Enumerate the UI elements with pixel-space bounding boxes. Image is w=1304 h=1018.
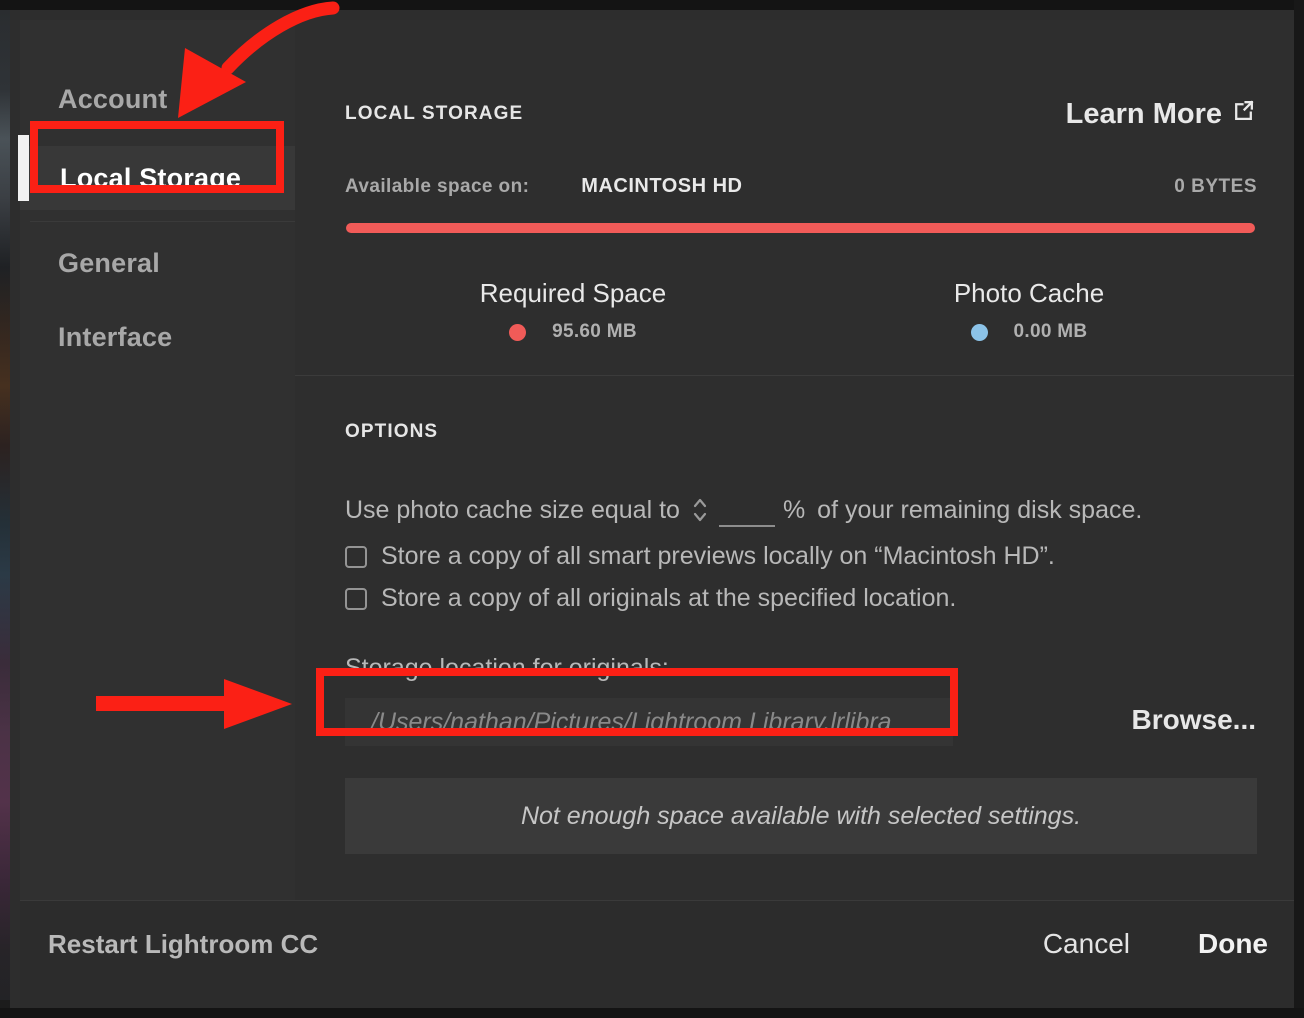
checkbox-row-smart-previews[interactable]: Store a copy of all smart previews local… <box>345 542 1055 571</box>
browse-label: Browse... <box>1132 704 1256 735</box>
cache-size-input[interactable] <box>719 493 775 527</box>
storage-capacity-bar <box>346 223 1255 233</box>
app-window: Account Local Storage General Interface … <box>0 0 1304 1018</box>
warning-message: Not enough space available with selected… <box>345 778 1257 854</box>
window-top-border <box>0 0 1304 10</box>
warning-text: Not enough space available with selected… <box>521 802 1081 831</box>
legend-item-photo-cache: Photo Cache 0.00 MB <box>801 278 1257 343</box>
available-space-row: Available space on: MACINTOSH HD 0 BYTES <box>345 175 1257 198</box>
checkbox-smart-previews[interactable] <box>345 546 367 568</box>
legend-value: 0.00 MB <box>1014 321 1088 343</box>
sidebar-divider <box>30 221 305 222</box>
storage-legend: Required Space 95.60 MB Photo Cache 0.00… <box>345 278 1257 343</box>
section-divider <box>295 375 1304 376</box>
legend-title: Photo Cache <box>954 278 1104 309</box>
restart-label: Restart Lightroom CC <box>48 929 318 959</box>
storage-path-input[interactable]: /Users/nathan/Pictures/Lightroom Library… <box>345 698 953 746</box>
cache-size-row: Use photo cache size equal to % of your … <box>345 493 1142 527</box>
preferences-dialog: Account Local Storage General Interface … <box>10 10 1294 1008</box>
checkbox-label: Store a copy of all originals at the spe… <box>381 584 956 613</box>
storage-path-value: /Users/nathan/Pictures/Lightroom Library… <box>371 708 892 737</box>
background-app-sliver <box>0 10 10 1000</box>
learn-more-label: Learn More <box>1066 98 1222 131</box>
legend-title: Required Space <box>480 278 666 309</box>
volume-name: MACINTOSH HD <box>581 175 742 198</box>
sidebar-item-interface[interactable]: Interface <box>20 306 295 368</box>
cache-size-label-prefix: Use photo cache size equal to <box>345 496 680 525</box>
section-heading-local-storage: LOCAL STORAGE <box>345 103 523 125</box>
sidebar-item-local-storage[interactable]: Local Storage <box>20 146 295 210</box>
sidebar-item-label: Local Storage <box>60 163 241 194</box>
preferences-sidebar: Account Local Storage General Interface <box>20 20 295 900</box>
done-button[interactable]: Done <box>1198 928 1268 960</box>
checkbox-row-originals[interactable]: Store a copy of all originals at the spe… <box>345 584 956 613</box>
sidebar-item-label: General <box>58 248 160 279</box>
storage-location-label: Storage location for originals: <box>345 654 669 683</box>
local-storage-panel: LOCAL STORAGE Learn More Available space… <box>295 20 1304 900</box>
sidebar-item-general[interactable]: General <box>20 232 295 294</box>
sidebar-item-label: Interface <box>58 322 172 353</box>
cancel-button[interactable]: Cancel <box>1043 928 1130 960</box>
legend-value: 95.60 MB <box>552 321 637 343</box>
checkbox-originals[interactable] <box>345 588 367 610</box>
stepper-up-down-icon[interactable] <box>690 493 710 527</box>
learn-more-link[interactable]: Learn More <box>1066 98 1256 131</box>
sidebar-selection-indicator <box>18 135 29 201</box>
sidebar-item-account[interactable]: Account <box>20 68 295 130</box>
dialog-footer: Restart Lightroom CC Cancel Done <box>20 900 1304 1009</box>
browse-button[interactable]: Browse... <box>1132 704 1256 736</box>
legend-dot-required <box>509 324 526 341</box>
cancel-label: Cancel <box>1043 928 1130 959</box>
window-right-border <box>1294 0 1304 1018</box>
legend-item-required-space: Required Space 95.60 MB <box>345 278 801 343</box>
external-link-icon <box>1231 98 1256 131</box>
sidebar-item-label: Account <box>58 84 167 115</box>
restart-lightroom-button[interactable]: Restart Lightroom CC <box>48 929 318 960</box>
percent-sign: % <box>783 496 805 525</box>
checkbox-label: Store a copy of all smart previews local… <box>381 542 1055 571</box>
available-space-label: Available space on: <box>345 176 529 198</box>
section-heading-options: OPTIONS <box>345 421 438 443</box>
cache-size-label-suffix: of your remaining disk space. <box>817 496 1142 525</box>
legend-dot-photo-cache <box>971 324 988 341</box>
done-label: Done <box>1198 928 1268 959</box>
available-space-value: 0 BYTES <box>1174 176 1257 198</box>
window-bottom-border <box>0 1008 1304 1018</box>
